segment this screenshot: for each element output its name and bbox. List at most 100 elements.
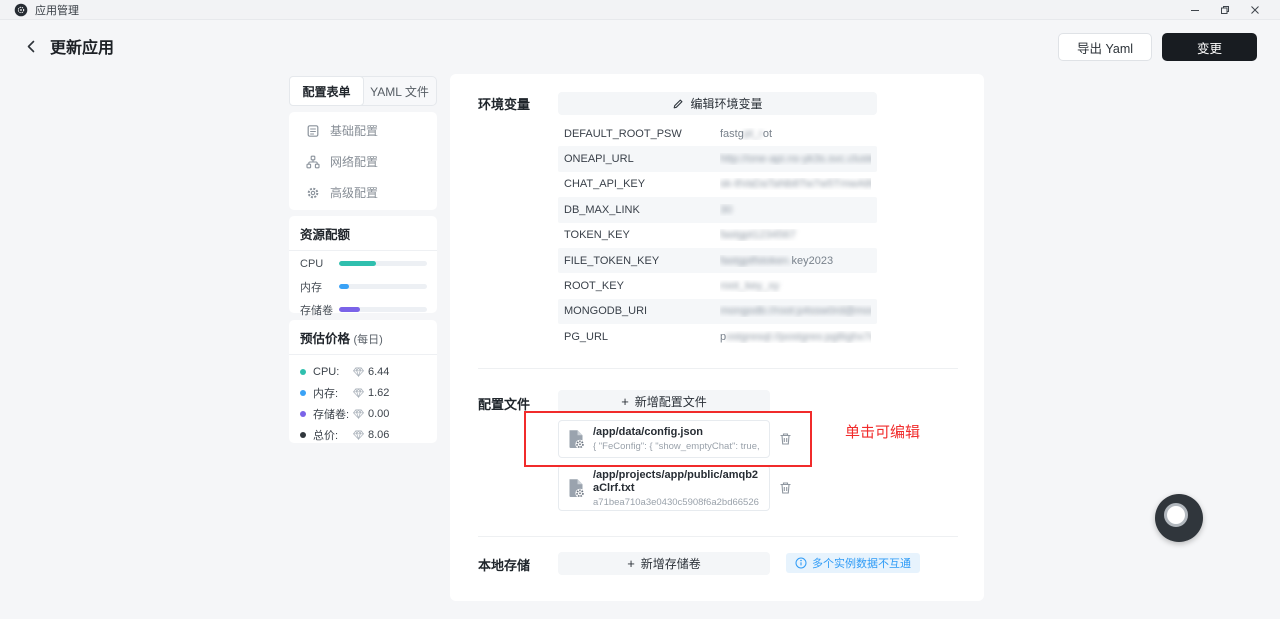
progress-fill: [339, 261, 376, 266]
progress-fill: [339, 307, 360, 312]
price-row: 总价: 8.06: [289, 424, 437, 445]
env-var-table: DEFAULT_ROOT_PSW fastgpt_rot ONEAPI_URL …: [558, 121, 877, 350]
env-var-row: CHAT_API_KEY sk-8VaDaTaNb8Tw7w5TmwA8649E…: [558, 172, 877, 197]
config-files-section-title: 配置文件: [478, 394, 530, 413]
price-label: CPU:: [313, 366, 353, 378]
plus-icon: +: [621, 395, 629, 408]
env-var-row: MONGODB_URI mongodb://root:p4ssw0rd@mong…: [558, 299, 877, 324]
minimize-icon[interactable]: [1180, 0, 1210, 19]
env-var-key: ROOT_KEY: [564, 280, 720, 292]
env-value-segment: fastgpt1234567: [720, 229, 796, 241]
tab-config-form[interactable]: 配置表单: [289, 76, 364, 106]
annotation-note: 单击可编辑: [845, 421, 920, 442]
back-button[interactable]: [20, 35, 42, 57]
env-var-key: PG_URL: [564, 331, 720, 343]
estimated-price-card: 预估价格 (每日) CPU: 6.44 内存: 1.62 存储卷: 0.00 总…: [289, 320, 437, 443]
tab-yaml-file[interactable]: YAML 文件: [363, 77, 436, 105]
env-var-value: root_key_xy: [720, 280, 871, 292]
env-value-segment: fastgptfstoken.: [720, 255, 792, 267]
config-nav: 基础配置 网络配置 高级配置: [289, 112, 437, 210]
plus-icon: +: [627, 557, 635, 570]
quota-row: 存储卷: [289, 299, 437, 320]
file-content-preview: a71bea710a3e0430c5908f6a2bd66526: [593, 497, 761, 508]
delete-config-file-button[interactable]: [777, 480, 793, 496]
sidebar-item-advanced-config[interactable]: 高级配置: [289, 177, 437, 208]
edit-env-button[interactable]: 编辑环境变量: [558, 92, 877, 115]
sidebar-item-network-config[interactable]: 网络配置: [289, 146, 437, 177]
memory-progress-bar: [339, 284, 427, 289]
export-yaml-button[interactable]: 导出 Yaml: [1058, 33, 1152, 61]
env-var-row: DEFAULT_ROOT_PSW fastgpt_rot: [558, 121, 877, 146]
local-storage-section-title: 本地存储: [478, 555, 530, 574]
quota-label: 内存: [300, 279, 339, 295]
env-var-row: TOKEN_KEY fastgpt1234567: [558, 223, 877, 248]
price-color-dot: [300, 432, 306, 438]
info-icon: [795, 557, 807, 569]
env-value-segment: root_key_xy: [720, 280, 779, 292]
config-file-item-amqb2aclrf-txt[interactable]: /app/projects/app/public/amqb2aClrf.txt …: [558, 465, 770, 511]
price-row: 存储卷: 0.00: [289, 403, 437, 424]
add-storage-volume-button[interactable]: + 新增存储卷: [558, 552, 770, 575]
price-row: CPU: 6.44: [289, 361, 437, 382]
add-config-file-label: 新增配置文件: [635, 393, 707, 410]
cpu-progress-bar: [339, 261, 427, 266]
price-value: 6.44: [368, 366, 389, 378]
restore-icon[interactable]: [1210, 0, 1240, 19]
env-var-key: DEFAULT_ROOT_PSW: [564, 128, 720, 140]
edit-env-label: 编辑环境变量: [690, 95, 762, 112]
quota-label: CPU: [300, 258, 339, 270]
price-label: 存储卷:: [313, 406, 353, 422]
env-var-value: mongodb://root:p4ssw0rd@mongodb.ns-a bsu…: [720, 305, 871, 317]
env-value-segment: ostgresql://postgres:pg8ighx7w@pg.ns-f: [726, 331, 871, 343]
env-value-segment: 30: [720, 204, 732, 216]
currency-gem-icon: [353, 430, 364, 440]
storage-info-text: 多个实例数据不互通: [812, 555, 911, 571]
close-icon[interactable]: [1240, 0, 1270, 19]
env-value-segment: mongodb://root:p4ssw0rd@mongodb.ns-a bsu: [720, 305, 871, 317]
env-var-key: MONGODB_URI: [564, 305, 720, 317]
network-icon: [306, 155, 320, 169]
sidebar-item-basic-config[interactable]: 基础配置: [289, 115, 437, 146]
quota-label: 存储卷: [300, 302, 339, 318]
quota-row: CPU: [289, 253, 437, 274]
add-config-file-button[interactable]: + 新增配置文件: [558, 390, 770, 413]
price-color-dot: [300, 390, 306, 396]
file-path: /app/projects/app/public/amqb2aClrf.txt: [593, 469, 761, 495]
sidebar-item-label: 网络配置: [330, 153, 378, 170]
env-var-row: FILE_TOKEN_KEY fastgptfstoken.key2023: [558, 248, 877, 273]
price-label: 总价:: [313, 427, 353, 443]
window-title: 应用管理: [35, 2, 79, 18]
env-var-value: postgresql://postgres:pg8ighx7w@pg.ns-f…: [720, 331, 871, 343]
camera-lens-icon: [1164, 503, 1188, 527]
app-config-panel: 环境变量 编辑环境变量 DEFAULT_ROOT_PSW fastgpt_rot…: [450, 74, 984, 601]
sidebar-item-label: 高级配置: [330, 184, 378, 201]
resource-quota-card: 资源配额 CPU 内存 存储卷: [289, 216, 437, 313]
section-divider: [478, 536, 958, 537]
price-color-dot: [300, 411, 306, 417]
price-value: 8.06: [368, 429, 389, 441]
sidebar-item-label: 基础配置: [330, 122, 378, 139]
quota-row: 内存: [289, 276, 437, 297]
page-title: 更新应用: [50, 34, 114, 58]
env-value-segment: http://one-api.ns-yk3s.svc.cluster.local…: [720, 153, 871, 165]
add-storage-volume-label: 新增存储卷: [641, 555, 701, 572]
pencil-icon: [672, 98, 684, 110]
env-var-key: ONEAPI_URL: [564, 153, 720, 165]
floating-camera-widget[interactable]: [1155, 494, 1203, 542]
gear-icon: [306, 186, 320, 200]
price-title-suffix: (每日): [354, 334, 383, 346]
price-color-dot: [300, 369, 306, 375]
form-icon: [306, 124, 320, 138]
env-var-row: PG_URL postgresql://postgres:pg8ighx7w@p…: [558, 324, 877, 349]
env-var-value: sk-8VaDaTaNb8Tw7w5TmwA8649E38D97Ec4: [720, 178, 871, 190]
apply-change-button[interactable]: 变更: [1162, 33, 1257, 61]
env-value-segment: fastg: [720, 128, 744, 140]
file-info: /app/projects/app/public/amqb2aClrf.txt …: [593, 469, 761, 508]
currency-gem-icon: [353, 388, 364, 398]
annotation-highlight-box: [524, 411, 812, 467]
env-var-row: ONEAPI_URL http://one-api.ns-yk3s.svc.cl…: [558, 146, 877, 171]
currency-gem-icon: [353, 367, 364, 377]
env-var-key: DB_MAX_LINK: [564, 204, 720, 216]
quota-title: 资源配额: [289, 216, 437, 251]
storage-progress-bar: [339, 307, 427, 312]
